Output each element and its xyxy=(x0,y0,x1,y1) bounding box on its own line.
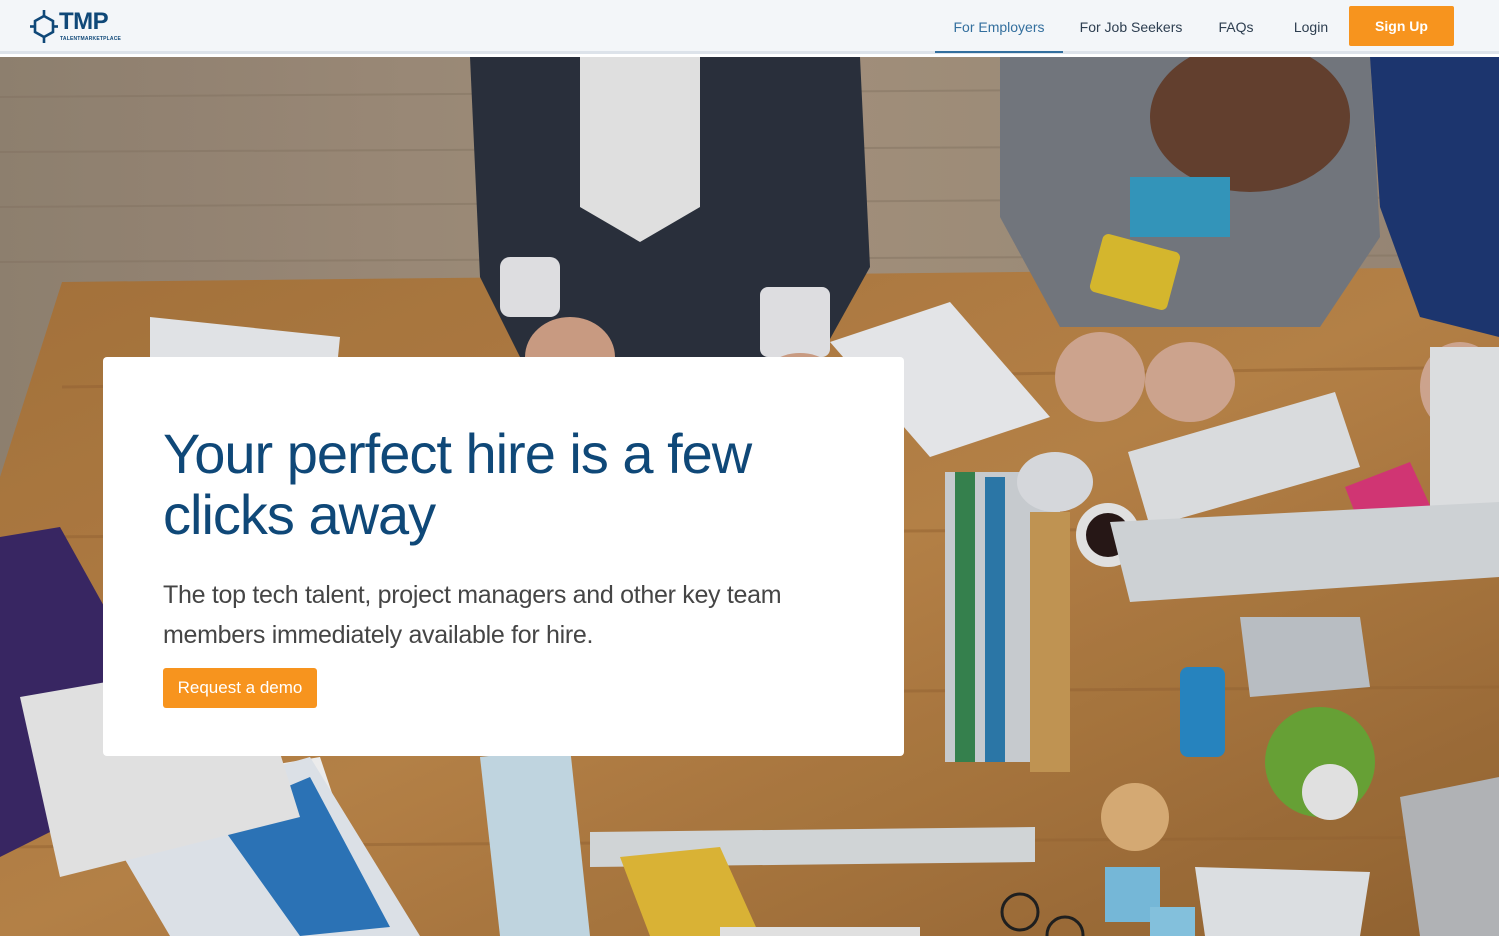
hero-headline: Your perfect hire is a few clicks away xyxy=(163,422,752,546)
nav-for-employers[interactable]: For Employers xyxy=(935,0,1063,53)
site-header: TMP TALENTMARKETPLACE For Employers For … xyxy=(0,0,1499,54)
nav-for-job-seekers[interactable]: For Job Seekers xyxy=(1075,0,1187,51)
hero-subtext: The top tech talent, project managers an… xyxy=(163,581,782,649)
hero-section: Your perfect hire is a few clicks away T… xyxy=(0,57,1499,936)
request-demo-button[interactable]: Request a demo xyxy=(163,668,317,708)
logo-tagline: TALENTMARKETPLACE xyxy=(60,36,122,42)
hero-card: Your perfect hire is a few clicks away T… xyxy=(103,357,904,756)
nav-login[interactable]: Login xyxy=(1285,0,1337,51)
logo-wordmark: TMP xyxy=(59,8,109,35)
nav-faqs[interactable]: FAQs xyxy=(1210,0,1262,51)
sign-up-button[interactable]: Sign Up xyxy=(1349,6,1454,46)
logo-icon xyxy=(30,10,58,43)
logo[interactable]: TMP TALENTMARKETPLACE xyxy=(30,8,130,44)
